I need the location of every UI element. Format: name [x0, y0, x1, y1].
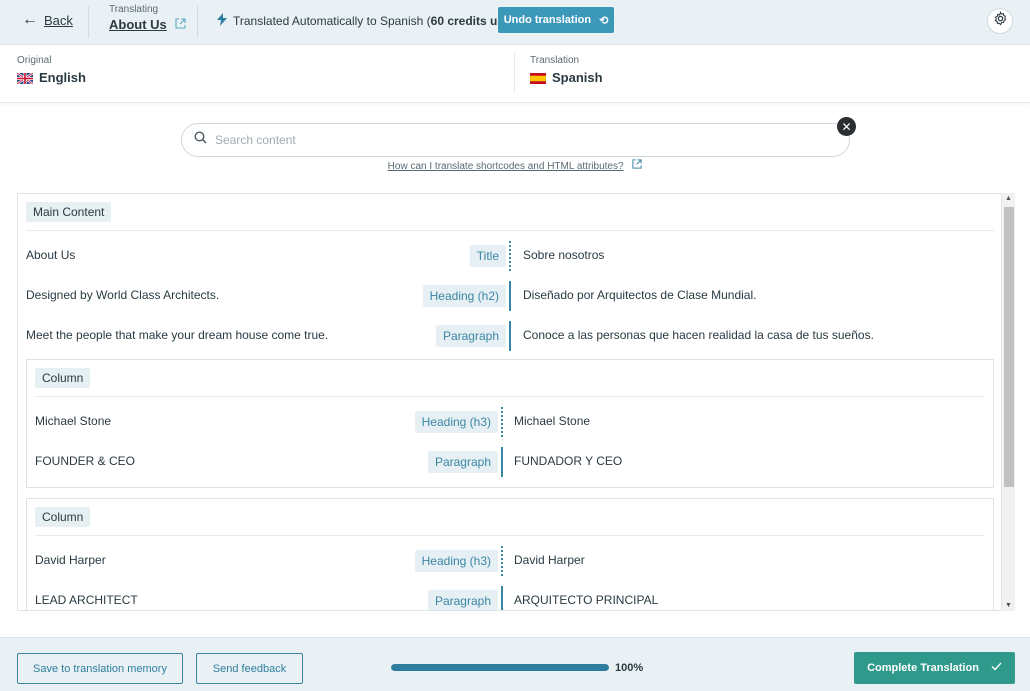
complete-label: Complete Translation [867, 662, 979, 674]
divider [35, 396, 985, 397]
translated-indicator [501, 586, 503, 610]
column-group: Column Michael Stone Heading (h3) Michae… [26, 359, 994, 488]
send-feedback-button[interactable]: Send feedback [196, 653, 303, 684]
search-bar [181, 123, 850, 157]
divider [197, 6, 198, 38]
original-language-name: English [39, 70, 86, 85]
translated-text[interactable]: Michael Stone [514, 414, 590, 428]
gear-icon [993, 11, 1008, 31]
external-link-icon [632, 159, 642, 172]
section-label: Main Content [26, 202, 112, 222]
translation-row: About Us Title Sobre nosotros [26, 241, 994, 271]
field-type-badge: Title [469, 245, 506, 267]
scrollbar-thumb[interactable] [1004, 207, 1014, 487]
source-text: Meet the people that make your dream hou… [26, 328, 329, 342]
search-input[interactable] [215, 133, 795, 147]
top-bar: ← Back Translating About Us Translated A… [0, 0, 1030, 45]
uk-flag-icon [16, 72, 34, 85]
translated-indicator [501, 447, 503, 477]
original-label: Original [17, 55, 52, 66]
field-type-badge: Heading (h3) [414, 411, 498, 433]
auto-text: Translated Automatically to Spanish (60 … [233, 14, 522, 28]
untranslated-indicator [501, 407, 503, 437]
undo-label: Undo translation [503, 14, 592, 26]
translation-label: Translation [530, 55, 580, 66]
back-label: Back [44, 12, 73, 28]
scroll-down-icon[interactable]: ▼ [1005, 602, 1012, 609]
translation-row: Michael Stone Heading (h3) Michael Stone [35, 407, 985, 437]
translation-row: FOUNDER & CEO Paragraph FUNDADOR Y CEO [35, 447, 985, 477]
source-text: FOUNDER & CEO [35, 454, 136, 468]
translated-text[interactable]: David Harper [514, 553, 585, 567]
translation-row: Meet the people that make your dream hou… [26, 321, 994, 351]
undo-translation-button[interactable]: Undo translation ⟲ [498, 7, 614, 33]
close-icon: ✕ [841, 119, 852, 134]
source-text: About Us [26, 248, 76, 262]
page-link[interactable]: About Us [109, 17, 186, 32]
source-text: Michael Stone [35, 414, 112, 428]
search-icon [194, 131, 207, 149]
auto-translation-status: Translated Automatically to Spanish (60 … [217, 13, 522, 29]
translated-text[interactable]: FUNDADOR Y CEO [514, 454, 622, 468]
translated-indicator [509, 321, 511, 351]
footer-bar: Save to translation memory Send feedback… [0, 637, 1030, 691]
content-panel: Main Content About Us Title Sobre nosotr… [17, 193, 1001, 611]
undo-icon: ⟲ [599, 14, 609, 27]
field-type-badge: Heading (h3) [414, 550, 498, 572]
clear-search-button[interactable]: ✕ [837, 117, 856, 136]
spain-flag-icon [530, 72, 546, 84]
column-label: Column [35, 507, 91, 527]
section-header: Main Content [26, 202, 112, 222]
untranslated-indicator [501, 546, 503, 576]
translation-progress-bar [391, 664, 609, 671]
progress-fill [391, 664, 609, 671]
source-text: Designed by World Class Architects. [26, 288, 220, 302]
translation-language-name: Spanish [552, 70, 603, 85]
untranslated-indicator [509, 241, 511, 271]
field-type-badge: Paragraph [427, 451, 498, 473]
help-link[interactable]: How can I translate shortcodes and HTML … [0, 159, 1030, 172]
field-type-badge: Paragraph [435, 325, 506, 347]
source-text: LEAD ARCHITECT [35, 593, 138, 607]
translated-text[interactable]: ARQUITECTO PRINCIPAL [514, 593, 658, 607]
content-scrollbar[interactable]: ▲ ▼ [1001, 193, 1015, 611]
field-type-badge: Paragraph [427, 590, 498, 610]
divider [35, 535, 985, 536]
source-text: David Harper [35, 553, 106, 567]
back-button[interactable]: ← Back [22, 12, 73, 28]
external-link-icon [175, 17, 186, 32]
arrow-left-icon: ← [22, 11, 38, 28]
page-name: About Us [109, 17, 167, 32]
translation-row: Designed by World Class Architects. Head… [26, 281, 994, 311]
divider [26, 230, 994, 231]
complete-translation-button[interactable]: Complete Translation [854, 652, 1015, 684]
save-to-memory-button[interactable]: Save to translation memory [17, 653, 183, 684]
help-link-text: How can I translate shortcodes and HTML … [387, 161, 624, 172]
field-type-badge: Heading (h2) [422, 285, 506, 307]
settings-button[interactable] [987, 8, 1013, 34]
progress-percent: 100% [615, 662, 644, 674]
translating-info: Translating About Us [109, 4, 186, 34]
translated-indicator [509, 281, 511, 311]
translated-text[interactable]: Conoce a las personas que hacen realidad… [523, 328, 874, 342]
translation-row: David Harper Heading (h3) David Harper [35, 546, 985, 576]
original-language: Original English [16, 55, 86, 85]
language-header: Original English Translation Spanish [0, 45, 1030, 103]
bolt-icon [217, 13, 227, 29]
divider [514, 53, 515, 93]
translated-text[interactable]: Diseñado por Arquitectos de Clase Mundia… [523, 288, 756, 302]
translation-language: Translation Spanish [530, 55, 603, 85]
column-group: Column David Harper Heading (h3) David H… [26, 498, 994, 610]
divider [88, 6, 89, 38]
translating-label: Translating [109, 4, 159, 15]
column-label: Column [35, 368, 91, 388]
scroll-up-icon[interactable]: ▲ [1005, 195, 1012, 202]
check-icon [991, 662, 1002, 674]
translation-row: LEAD ARCHITECT Paragraph ARQUITECTO PRIN… [35, 586, 985, 610]
translated-text[interactable]: Sobre nosotros [523, 248, 604, 262]
